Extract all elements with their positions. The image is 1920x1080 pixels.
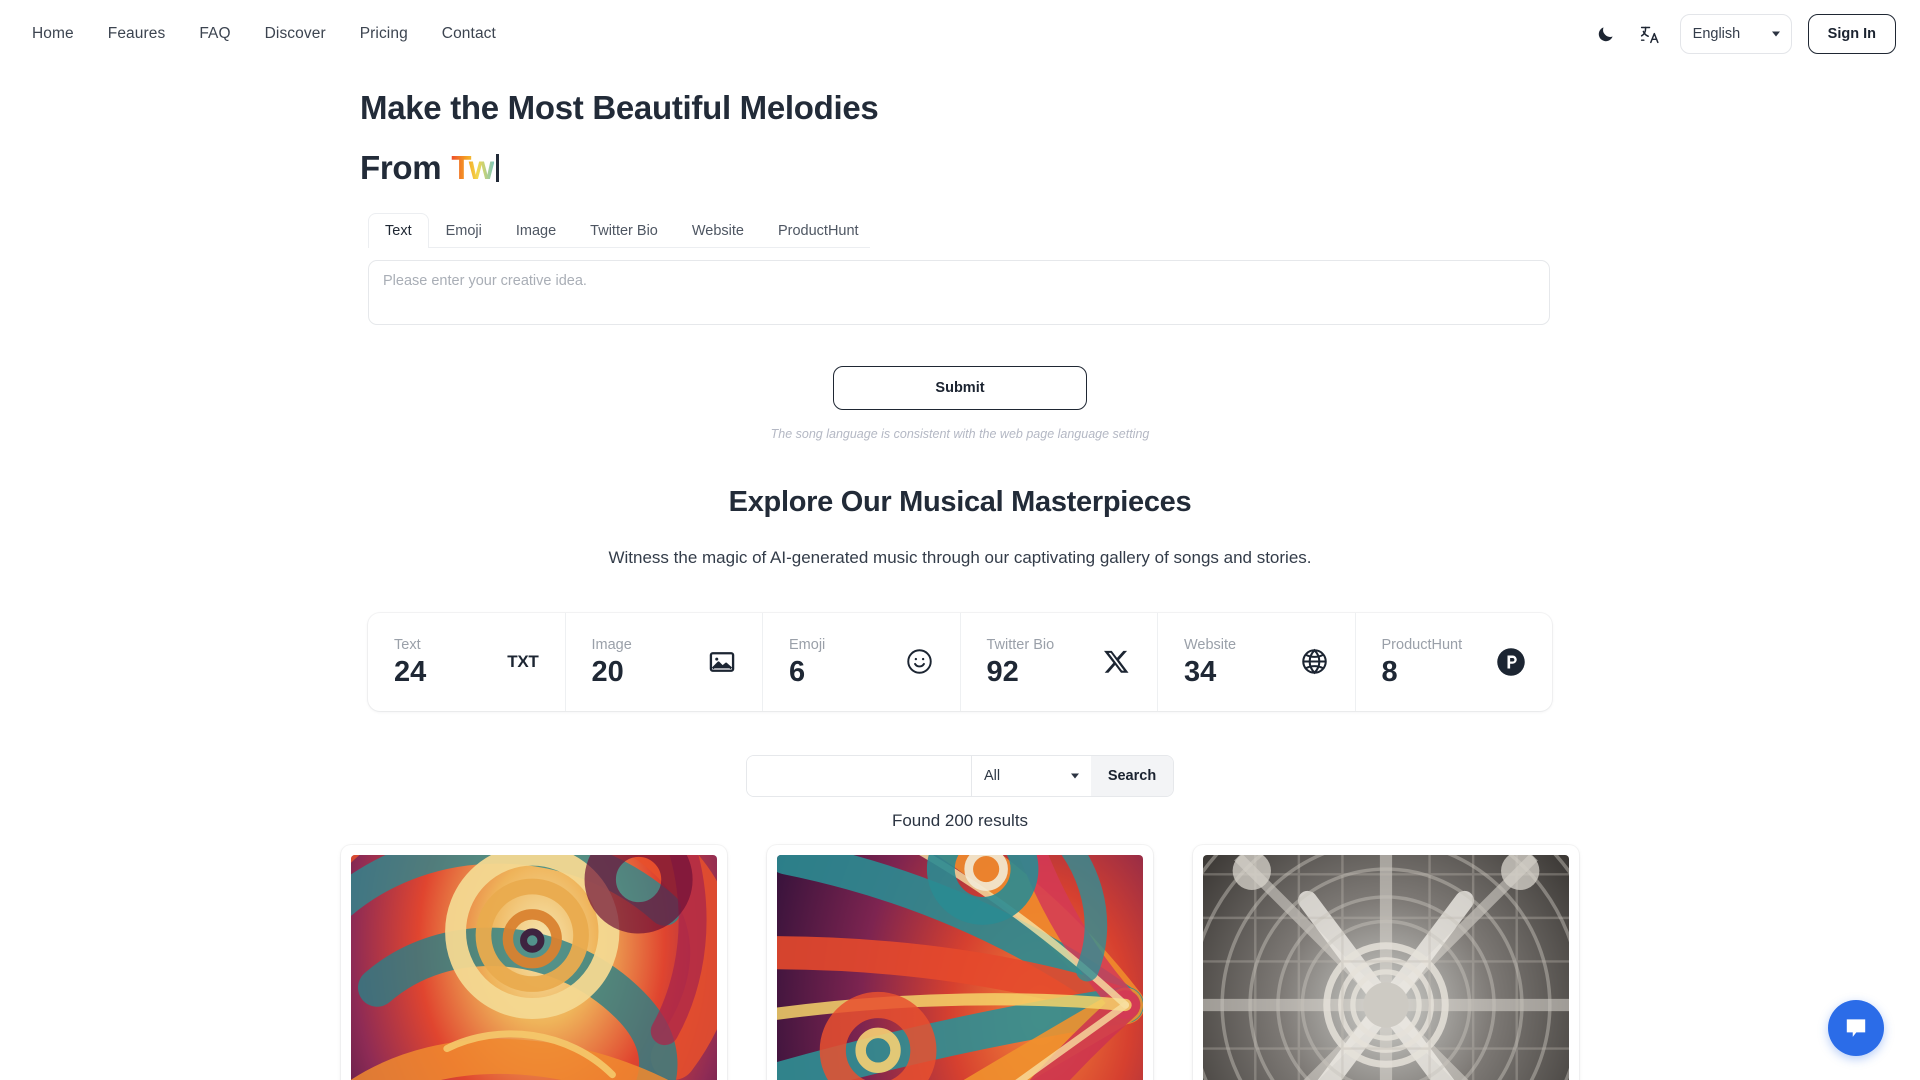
gallery-card[interactable] xyxy=(1193,844,1579,1080)
stat-label: Emoji xyxy=(789,636,826,653)
search-results-count: Found 200 results xyxy=(891,810,1029,830)
submit-row: Submit xyxy=(0,365,1920,410)
stat-text-group: Text 24 xyxy=(394,637,426,687)
stat-label: Website xyxy=(1184,636,1237,653)
stat-label: Text xyxy=(394,636,421,653)
language-select[interactable]: English xyxy=(1679,14,1792,54)
moon-icon[interactable] xyxy=(1592,20,1620,48)
search-button[interactable]: Search xyxy=(1091,755,1173,796)
stat-value: 6 xyxy=(789,655,806,688)
nav-link-home[interactable]: Home xyxy=(32,25,74,43)
stat-text-group: ProductHunt 8 xyxy=(1382,637,1463,687)
stat-label: Image xyxy=(591,636,632,653)
gallery-card-artwork xyxy=(1203,854,1569,1080)
explore-subtitle: Witness the magic of AI-generated music … xyxy=(608,547,1312,567)
stat-text-group: Website 34 xyxy=(1184,637,1236,687)
gallery-card-artwork xyxy=(351,854,717,1080)
stat-text-group: Image 20 xyxy=(592,637,632,687)
gallery-card[interactable] xyxy=(341,844,727,1080)
stat-value: 24 xyxy=(394,655,427,688)
stat-value: 92 xyxy=(986,655,1019,688)
search-row: All Search xyxy=(0,754,1920,797)
stat-card-image[interactable]: Image 20 xyxy=(566,612,763,711)
tab-twitter-bio[interactable]: Twitter Bio xyxy=(573,213,675,248)
stat-value: 20 xyxy=(591,655,624,688)
submit-button[interactable]: Submit xyxy=(833,365,1087,410)
txt-icon: TXT xyxy=(507,651,539,671)
sign-in-button[interactable]: Sign In xyxy=(1807,14,1896,54)
nav-actions: English Sign In xyxy=(1592,14,1896,54)
stat-card-producthunt[interactable]: ProductHunt 8 xyxy=(1356,613,1553,711)
search-bar: All Search xyxy=(746,754,1174,797)
tab-text[interactable]: Text xyxy=(368,212,429,248)
tab-producthunt[interactable]: ProductHunt xyxy=(761,213,876,248)
stat-text-group: Emoji 6 xyxy=(789,637,825,687)
primary-nav: Home Feaures FAQ Discover Pricing Contac… xyxy=(32,25,496,43)
translate-icon[interactable] xyxy=(1636,20,1664,48)
explore-title: Explore Our Musical Masterpieces xyxy=(728,485,1192,518)
tab-website[interactable]: Website xyxy=(675,213,761,248)
globe-icon xyxy=(1300,647,1329,676)
search-input[interactable] xyxy=(747,755,971,796)
chevron-down-icon xyxy=(1071,773,1079,779)
search-filter-select[interactable]: All xyxy=(971,755,1091,796)
hero-section: Make the Most Beautiful Melodies From Tw xyxy=(0,68,1920,187)
stat-label: ProductHunt xyxy=(1381,636,1463,653)
stat-text-group: Twitter Bio 92 xyxy=(987,637,1055,687)
search-filter-value: All xyxy=(984,767,1001,784)
nav-link-features[interactable]: Feaures xyxy=(108,25,166,43)
hero-typed-word: Tw xyxy=(451,148,495,186)
stat-card-website[interactable]: Website 34 xyxy=(1158,612,1356,711)
image-icon xyxy=(708,648,736,676)
stat-card-text[interactable]: Text 24 TXT xyxy=(368,612,566,711)
smiley-icon xyxy=(905,647,934,676)
producthunt-icon xyxy=(1496,647,1526,677)
gallery-card-artwork xyxy=(777,854,1143,1080)
stat-value: 34 xyxy=(1184,655,1217,688)
stat-card-twitter-bio[interactable]: Twitter Bio 92 xyxy=(961,612,1158,711)
nav-link-pricing[interactable]: Pricing xyxy=(360,25,408,43)
hero-subheadline-prefix: From xyxy=(360,148,442,186)
hero-headline: Make the Most Beautiful Melodies xyxy=(360,89,879,126)
stats-bar: Text 24 TXT Image 20 Emoji 6 Twitter Bio… xyxy=(368,612,1553,711)
nav-link-contact[interactable]: Contact xyxy=(442,25,496,43)
chevron-down-icon xyxy=(1771,31,1780,37)
gallery-card[interactable] xyxy=(767,844,1153,1080)
stat-value: 8 xyxy=(1381,655,1398,688)
stat-card-emoji[interactable]: Emoji 6 xyxy=(763,612,961,711)
chat-bubble-icon[interactable] xyxy=(1828,1000,1884,1056)
composer-tabs: Text Emoji Image Twitter Bio Website Pro… xyxy=(368,212,870,248)
tab-emoji[interactable]: Emoji xyxy=(429,213,499,248)
x-logo-icon xyxy=(1104,648,1131,675)
tab-image[interactable]: Image xyxy=(499,213,573,248)
language-select-value: English xyxy=(1692,26,1741,42)
typing-cursor xyxy=(496,153,499,182)
hero-subheadline: From Tw xyxy=(360,149,1920,187)
submit-note: The song language is consistent with the… xyxy=(770,426,1150,441)
top-navbar: Home Feaures FAQ Discover Pricing Contac… xyxy=(0,0,1920,68)
stat-label: Twitter Bio xyxy=(986,636,1055,653)
gallery-grid xyxy=(340,844,1580,1080)
nav-link-discover[interactable]: Discover xyxy=(265,25,326,43)
creative-idea-input[interactable] xyxy=(368,259,1550,325)
nav-link-faq[interactable]: FAQ xyxy=(199,25,230,43)
